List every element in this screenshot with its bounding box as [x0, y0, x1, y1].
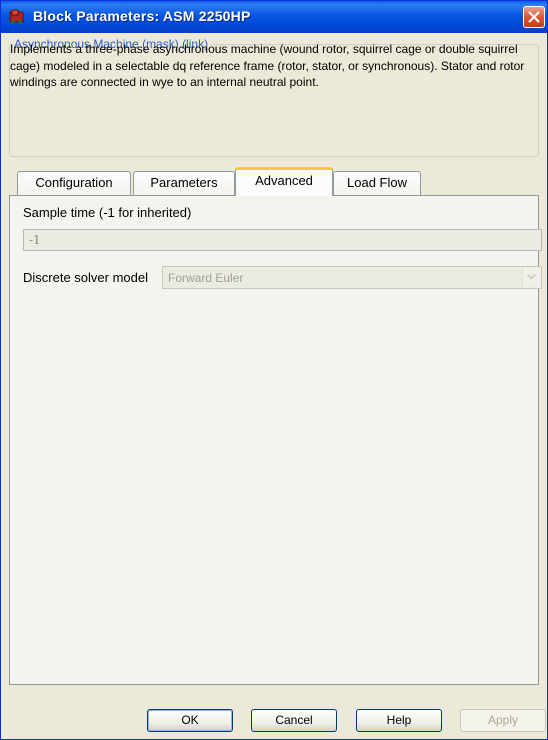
- mask-description-text: Implements a three-phase asynchronous ma…: [10, 42, 525, 89]
- sample-time-field[interactable]: -1: [23, 229, 542, 251]
- tab-parameters-label: Parameters: [150, 175, 218, 190]
- discrete-solver-select[interactable]: Forward Euler: [162, 266, 542, 289]
- tab-advanced-label: Advanced: [255, 173, 313, 188]
- ok-button[interactable]: OK: [147, 709, 233, 732]
- tab-parameters[interactable]: Parameters: [133, 171, 235, 195]
- tab-load-flow-label: Load Flow: [347, 175, 407, 190]
- close-button[interactable]: [523, 6, 545, 28]
- discrete-solver-value: Forward Euler: [168, 271, 244, 285]
- tab-load-flow[interactable]: Load Flow: [333, 171, 421, 195]
- tab-configuration-label: Configuration: [35, 175, 113, 190]
- chevron-down-icon: [527, 274, 536, 280]
- discrete-solver-label: Discrete solver model: [23, 270, 148, 285]
- cancel-button[interactable]: Cancel: [251, 709, 337, 732]
- sample-time-label: Sample time (-1 for inherited): [23, 205, 192, 220]
- help-button[interactable]: Help: [356, 709, 442, 732]
- tab-advanced[interactable]: Advanced: [235, 167, 333, 196]
- tab-configuration[interactable]: Configuration: [17, 171, 131, 195]
- simulink-block-icon: [9, 9, 24, 24]
- dialog-window: Block Parameters: ASM 2250HP Asynchronou…: [0, 0, 548, 740]
- apply-button[interactable]: Apply: [460, 709, 546, 732]
- window-title: Block Parameters: ASM 2250HP: [33, 8, 251, 24]
- title-bar[interactable]: Block Parameters: ASM 2250HP: [1, 1, 547, 33]
- close-icon: [528, 11, 540, 23]
- tab-strip: Configuration Parameters Advanced Load F…: [17, 167, 537, 196]
- dropdown-button[interactable]: [522, 268, 540, 287]
